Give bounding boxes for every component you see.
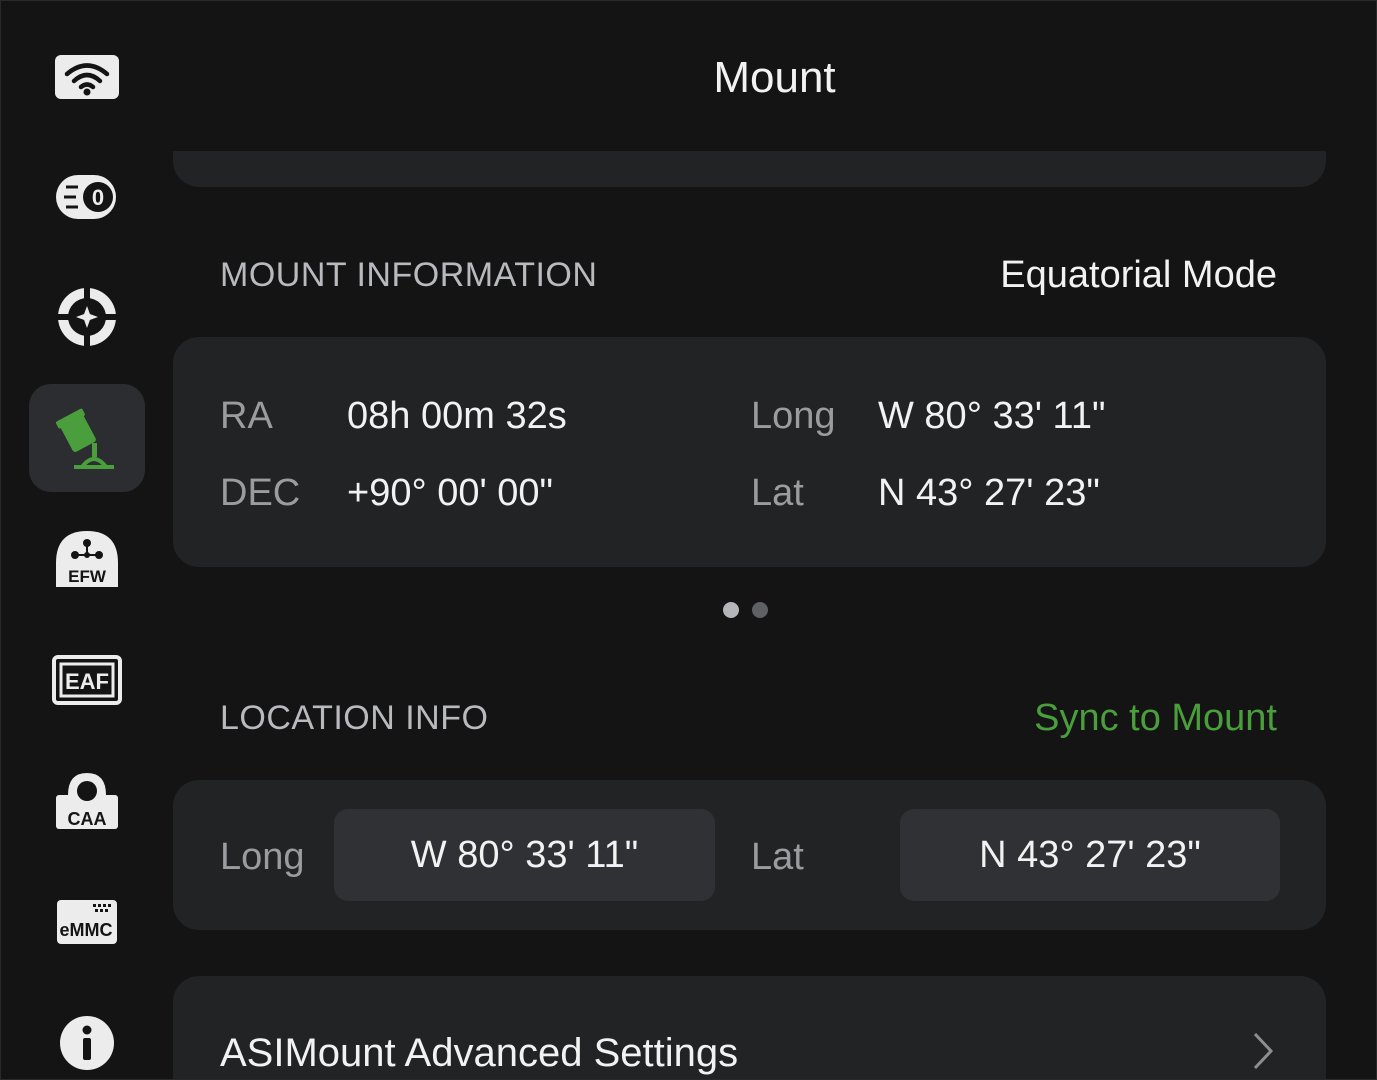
svg-text:0: 0 — [92, 185, 104, 210]
sidebar-item-guide[interactable] — [29, 263, 145, 371]
caa-icon-label: CAA — [68, 809, 107, 829]
location-long-label: Long — [220, 836, 305, 878]
focuser-icon: EAF — [52, 655, 122, 705]
lat-label: Lat — [751, 472, 804, 514]
mount-info-card: RA 08h 00m 32s DEC +90° 00' 00" Long W 8… — [173, 337, 1326, 567]
camera-icon: 0 — [56, 175, 116, 219]
sync-to-mount-button[interactable]: Sync to Mount — [1034, 697, 1277, 740]
chevron-right-icon — [1253, 1032, 1274, 1070]
filter-wheel-icon: EFW — [56, 531, 118, 587]
mount-mode: Equatorial Mode — [1000, 254, 1277, 296]
lat-value: N 43° 27' 23" — [878, 472, 1100, 514]
sidebar-item-caa[interactable]: CAA — [29, 747, 145, 855]
page-dot-1[interactable] — [723, 602, 739, 618]
ra-label: RA — [220, 395, 273, 437]
page-dot-2[interactable] — [752, 602, 768, 618]
advanced-settings-label: ASIMount Advanced Settings — [220, 1031, 739, 1075]
storage-icon: eMMC — [57, 900, 117, 944]
sidebar-item-eaf[interactable]: EAF — [29, 626, 145, 734]
sidebar-item-camera[interactable]: 0 — [29, 143, 145, 251]
page-title: Mount — [713, 53, 836, 102]
longitude-field[interactable]: W 80° 33' 11" — [334, 809, 715, 901]
rotator-icon: CAA — [56, 773, 118, 829]
emmc-icon-label: eMMC — [60, 920, 113, 940]
location-section-label: LOCATION INFO — [220, 699, 489, 737]
crosshair-icon — [58, 288, 116, 346]
sidebar-item-efw[interactable]: EFW — [29, 505, 145, 613]
sidebar-item-info[interactable] — [29, 989, 145, 1079]
sidebar-item-mount[interactable] — [29, 384, 145, 492]
mount-info-section-label: MOUNT INFORMATION — [220, 256, 598, 294]
dec-label: DEC — [220, 472, 301, 514]
telescope-mount-icon — [56, 408, 114, 469]
location-lat-label: Lat — [751, 836, 804, 878]
sidebar-item-emmc[interactable]: eMMC — [29, 868, 145, 976]
long-label: Long — [751, 395, 836, 437]
long-value: W 80° 33' 11" — [878, 395, 1106, 437]
previous-card — [173, 151, 1326, 187]
sidebar: 0 EFW EAF CAA eMMC — [1, 1, 173, 1079]
dec-value: +90° 00' 00" — [347, 472, 554, 514]
sidebar-item-wifi[interactable] — [29, 23, 145, 131]
efw-icon-label: EFW — [68, 567, 107, 586]
ra-value: 08h 00m 32s — [347, 395, 567, 437]
info-icon — [60, 1016, 114, 1070]
latitude-field[interactable]: N 43° 27' 23" — [900, 809, 1280, 901]
eaf-icon-label: EAF — [65, 669, 109, 694]
app-frame: 0 EFW EAF CAA eMMC Mount MOUNT INFORMATI… — [0, 0, 1377, 1080]
wifi-icon — [55, 55, 119, 99]
